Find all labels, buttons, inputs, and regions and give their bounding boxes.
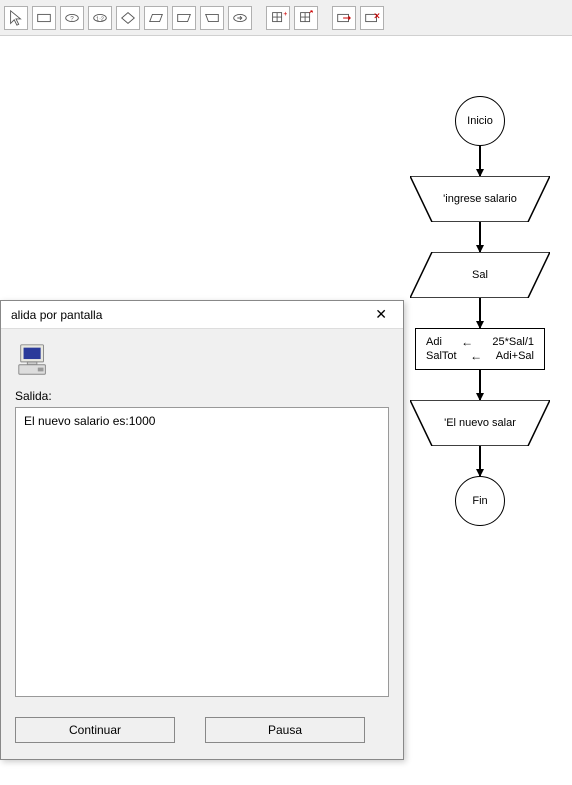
ellipse-n-icon[interactable]: 1·2 [88,6,112,30]
dialog-title-text: alida por pantalla [11,308,102,322]
input-node[interactable]: 'ingrese salario [410,176,550,222]
arrow [479,298,481,328]
pause-button[interactable]: Pausa [205,717,365,743]
close-icon[interactable]: ✕ [369,304,393,325]
assign-arrow-icon: ← [461,335,473,349]
rect-icon[interactable] [32,6,56,30]
proc-expr: Adi+Sal [496,350,534,362]
start-node[interactable]: Inicio [455,96,505,146]
computer-icon [15,341,53,379]
output-node[interactable]: 'El nuevo salar [410,400,550,446]
end-node[interactable]: Fin [455,476,505,526]
output-textarea[interactable]: El nuevo salario es:1000 [15,407,389,697]
rect-arrow-icon[interactable] [332,6,356,30]
output-dialog: alida por pantalla ✕ Salida: El nuevo sa… [0,300,404,760]
grid-plus-icon[interactable]: + [266,6,290,30]
proc-expr: 25*Sal/1 [492,336,534,348]
diamond-icon[interactable] [116,6,140,30]
start-label: Inicio [467,115,493,127]
input-label: 'ingrese salario [410,176,550,222]
output-label: Salida: [15,389,389,403]
parallelogram-icon[interactable] [144,6,168,30]
arrow [479,222,481,252]
svg-text:+: + [283,9,287,18]
ellipse-return-icon[interactable] [228,6,252,30]
arrow [479,370,481,400]
process-row: SalTot ← Adi+Sal [426,349,534,363]
proc-var: Adi [426,336,442,348]
rect-cross-icon[interactable] [360,6,384,30]
continue-button[interactable]: Continuar [15,717,175,743]
ellipse-input-icon[interactable]: ? [60,6,84,30]
arrow [479,446,481,476]
read-label: Sal [410,252,550,298]
svg-text:1·2: 1·2 [96,16,104,22]
trapezoid-right-icon[interactable] [200,6,224,30]
read-node[interactable]: Sal [410,252,550,298]
svg-text:?: ? [70,15,74,22]
grid-arrow-icon[interactable] [294,6,318,30]
arrow [479,146,481,176]
output-content: El nuevo salario es:1000 [24,414,155,428]
cursor-icon[interactable] [4,6,28,30]
assign-arrow-icon: ← [470,349,482,363]
end-label: Fin [472,495,487,507]
flowchart: Inicio 'ingrese salario Sal Adi ← 25*Sal… [410,96,550,526]
dialog-footer: Continuar Pausa [1,705,403,759]
trapezoid-left-icon[interactable] [172,6,196,30]
output-label: 'El nuevo salar [410,400,550,446]
toolbar: ? 1·2 + [0,0,572,36]
process-node[interactable]: Adi ← 25*Sal/1 SalTot ← Adi+Sal [415,328,545,370]
proc-var: SalTot [426,350,457,362]
process-row: Adi ← 25*Sal/1 [426,335,534,349]
dialog-body: Salida: El nuevo salario es:1000 [1,329,403,705]
dialog-titlebar: alida por pantalla ✕ [1,301,403,329]
